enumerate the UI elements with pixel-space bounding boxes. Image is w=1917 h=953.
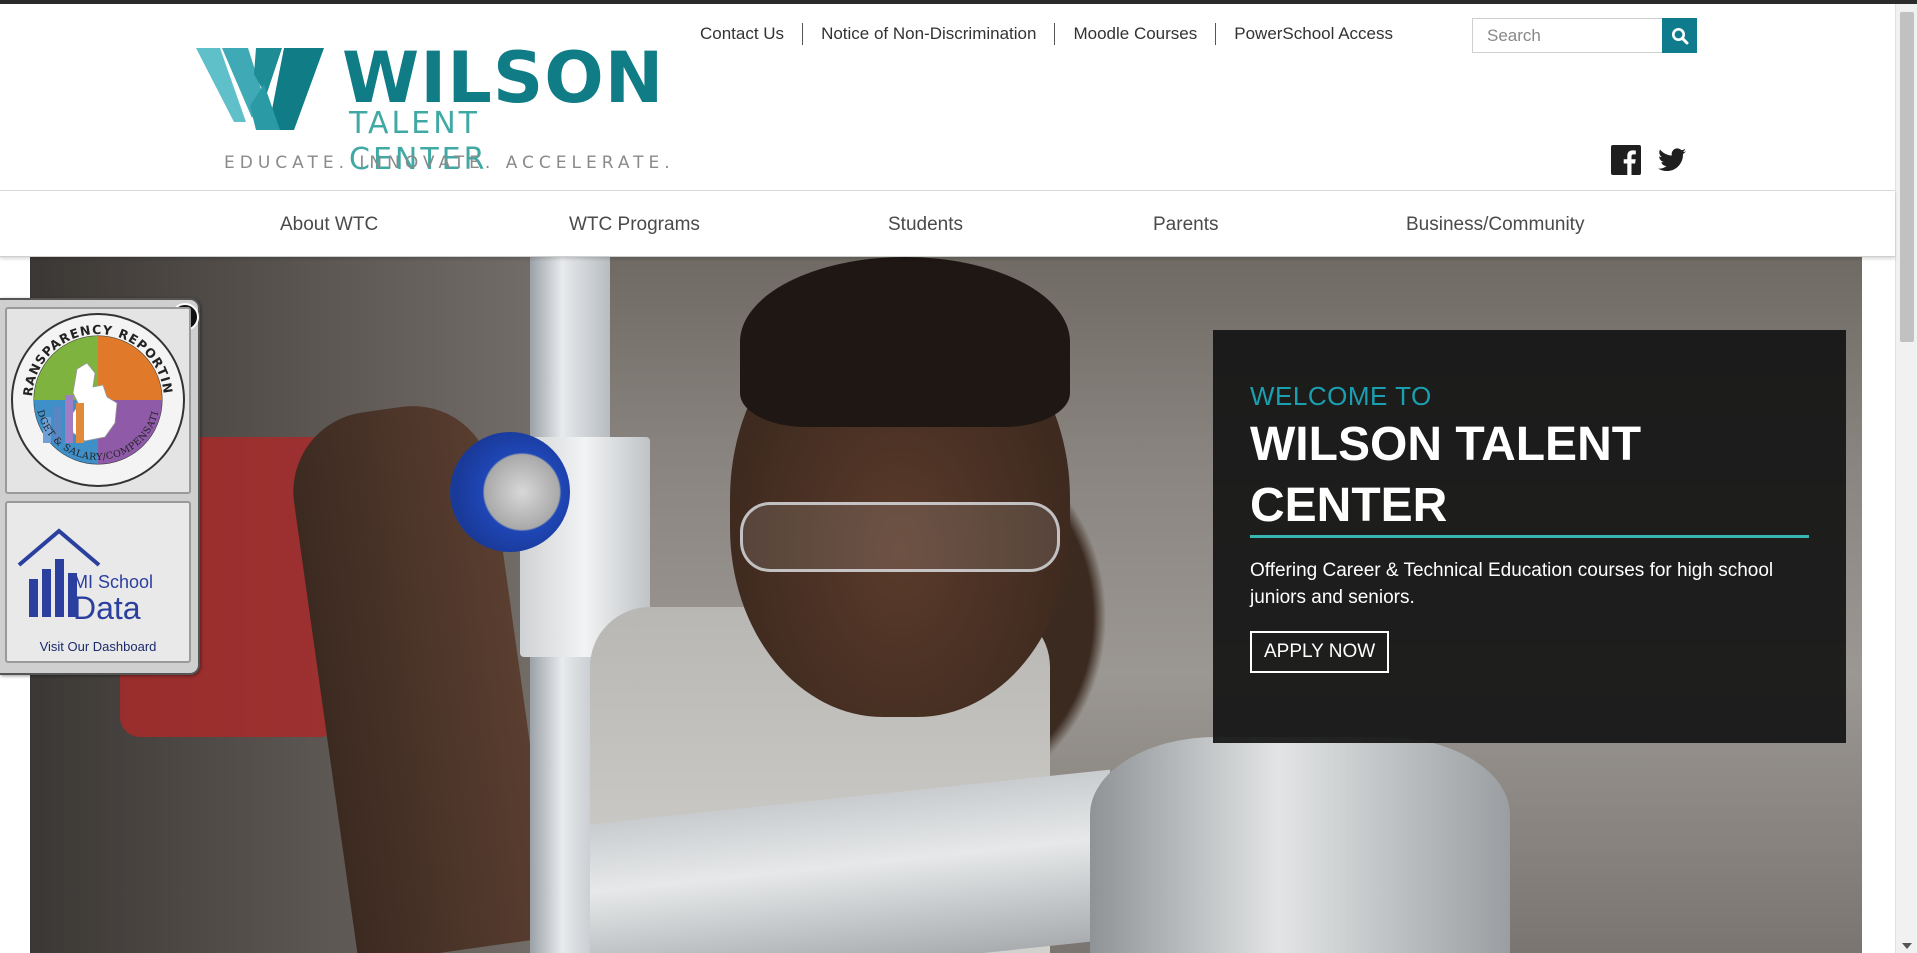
search-input[interactable] xyxy=(1472,18,1662,53)
welcome-kicker: WELCOME TO xyxy=(1250,381,1432,411)
welcome-title: WILSON TALENT CENTER xyxy=(1250,418,1642,532)
transparency-reporting-link[interactable]: TRANSPARENCY REPORTING BUDGET & SALARY/C… xyxy=(1,297,191,494)
twitter-icon[interactable] xyxy=(1656,144,1688,176)
nav-students[interactable]: Students xyxy=(888,213,963,237)
utility-link-moodle-courses[interactable]: Moodle Courses xyxy=(1054,23,1215,45)
scrollbar-thumb[interactable] xyxy=(1900,12,1914,342)
transparency-widget: × TRANSPARENCY REPORTING BUDGET xyxy=(0,297,200,675)
utility-nav: Contact Us Notice of Non-Discrimination … xyxy=(682,22,1411,46)
nav-parents[interactable]: Parents xyxy=(1153,213,1218,237)
utility-link-powerschool[interactable]: PowerSchool Access xyxy=(1215,23,1411,45)
utility-link-non-discrimination[interactable]: Notice of Non-Discrimination xyxy=(802,23,1054,45)
site-header: WILSON TALENT CENTER EDUCATE. INNOVATE. … xyxy=(0,4,1895,191)
visit-dashboard-caption: Visit Our Dashboard xyxy=(39,639,157,654)
search-icon xyxy=(1671,27,1688,44)
facebook-icon[interactable] xyxy=(1610,144,1642,176)
transparency-reporting-badge-icon: TRANSPARENCY REPORTING BUDGET & SALARY/C… xyxy=(1,297,185,487)
welcome-divider xyxy=(1250,535,1809,538)
social-links xyxy=(1610,144,1688,176)
logo-tagline: EDUCATE. INNOVATE. ACCELERATE. xyxy=(224,153,675,173)
nav-about-wtc[interactable]: About WTC xyxy=(280,213,378,237)
logo-mark-icon xyxy=(196,48,324,130)
page: WILSON TALENT CENTER EDUCATE. INNOVATE. … xyxy=(0,0,1917,953)
apply-now-button[interactable]: APPLY NOW xyxy=(1250,631,1390,673)
main-nav: About WTC WTC Programs Students Parents … xyxy=(0,191,1895,257)
scroll-down-arrow-icon[interactable] xyxy=(1902,943,1912,949)
search-box xyxy=(1472,18,1697,53)
welcome-panel: WELCOME TO WILSON TALENT CENTER Offering… xyxy=(1213,330,1846,743)
utility-link-contact-us[interactable]: Contact Us xyxy=(682,23,802,45)
welcome-description: Offering Career & Technical Education co… xyxy=(1250,560,1774,608)
page-scrollbar[interactable] xyxy=(1895,4,1917,953)
mi-school-data-link[interactable]: MI School Data Visit Our Dashboard xyxy=(5,501,191,663)
data-label: Data xyxy=(73,590,141,626)
nav-business-community[interactable]: Business/Community xyxy=(1406,213,1584,237)
nav-wtc-programs[interactable]: WTC Programs xyxy=(569,213,700,237)
site-logo[interactable]: WILSON TALENT CENTER EDUCATE. INNOVATE. … xyxy=(196,38,670,179)
search-button[interactable] xyxy=(1662,18,1697,53)
